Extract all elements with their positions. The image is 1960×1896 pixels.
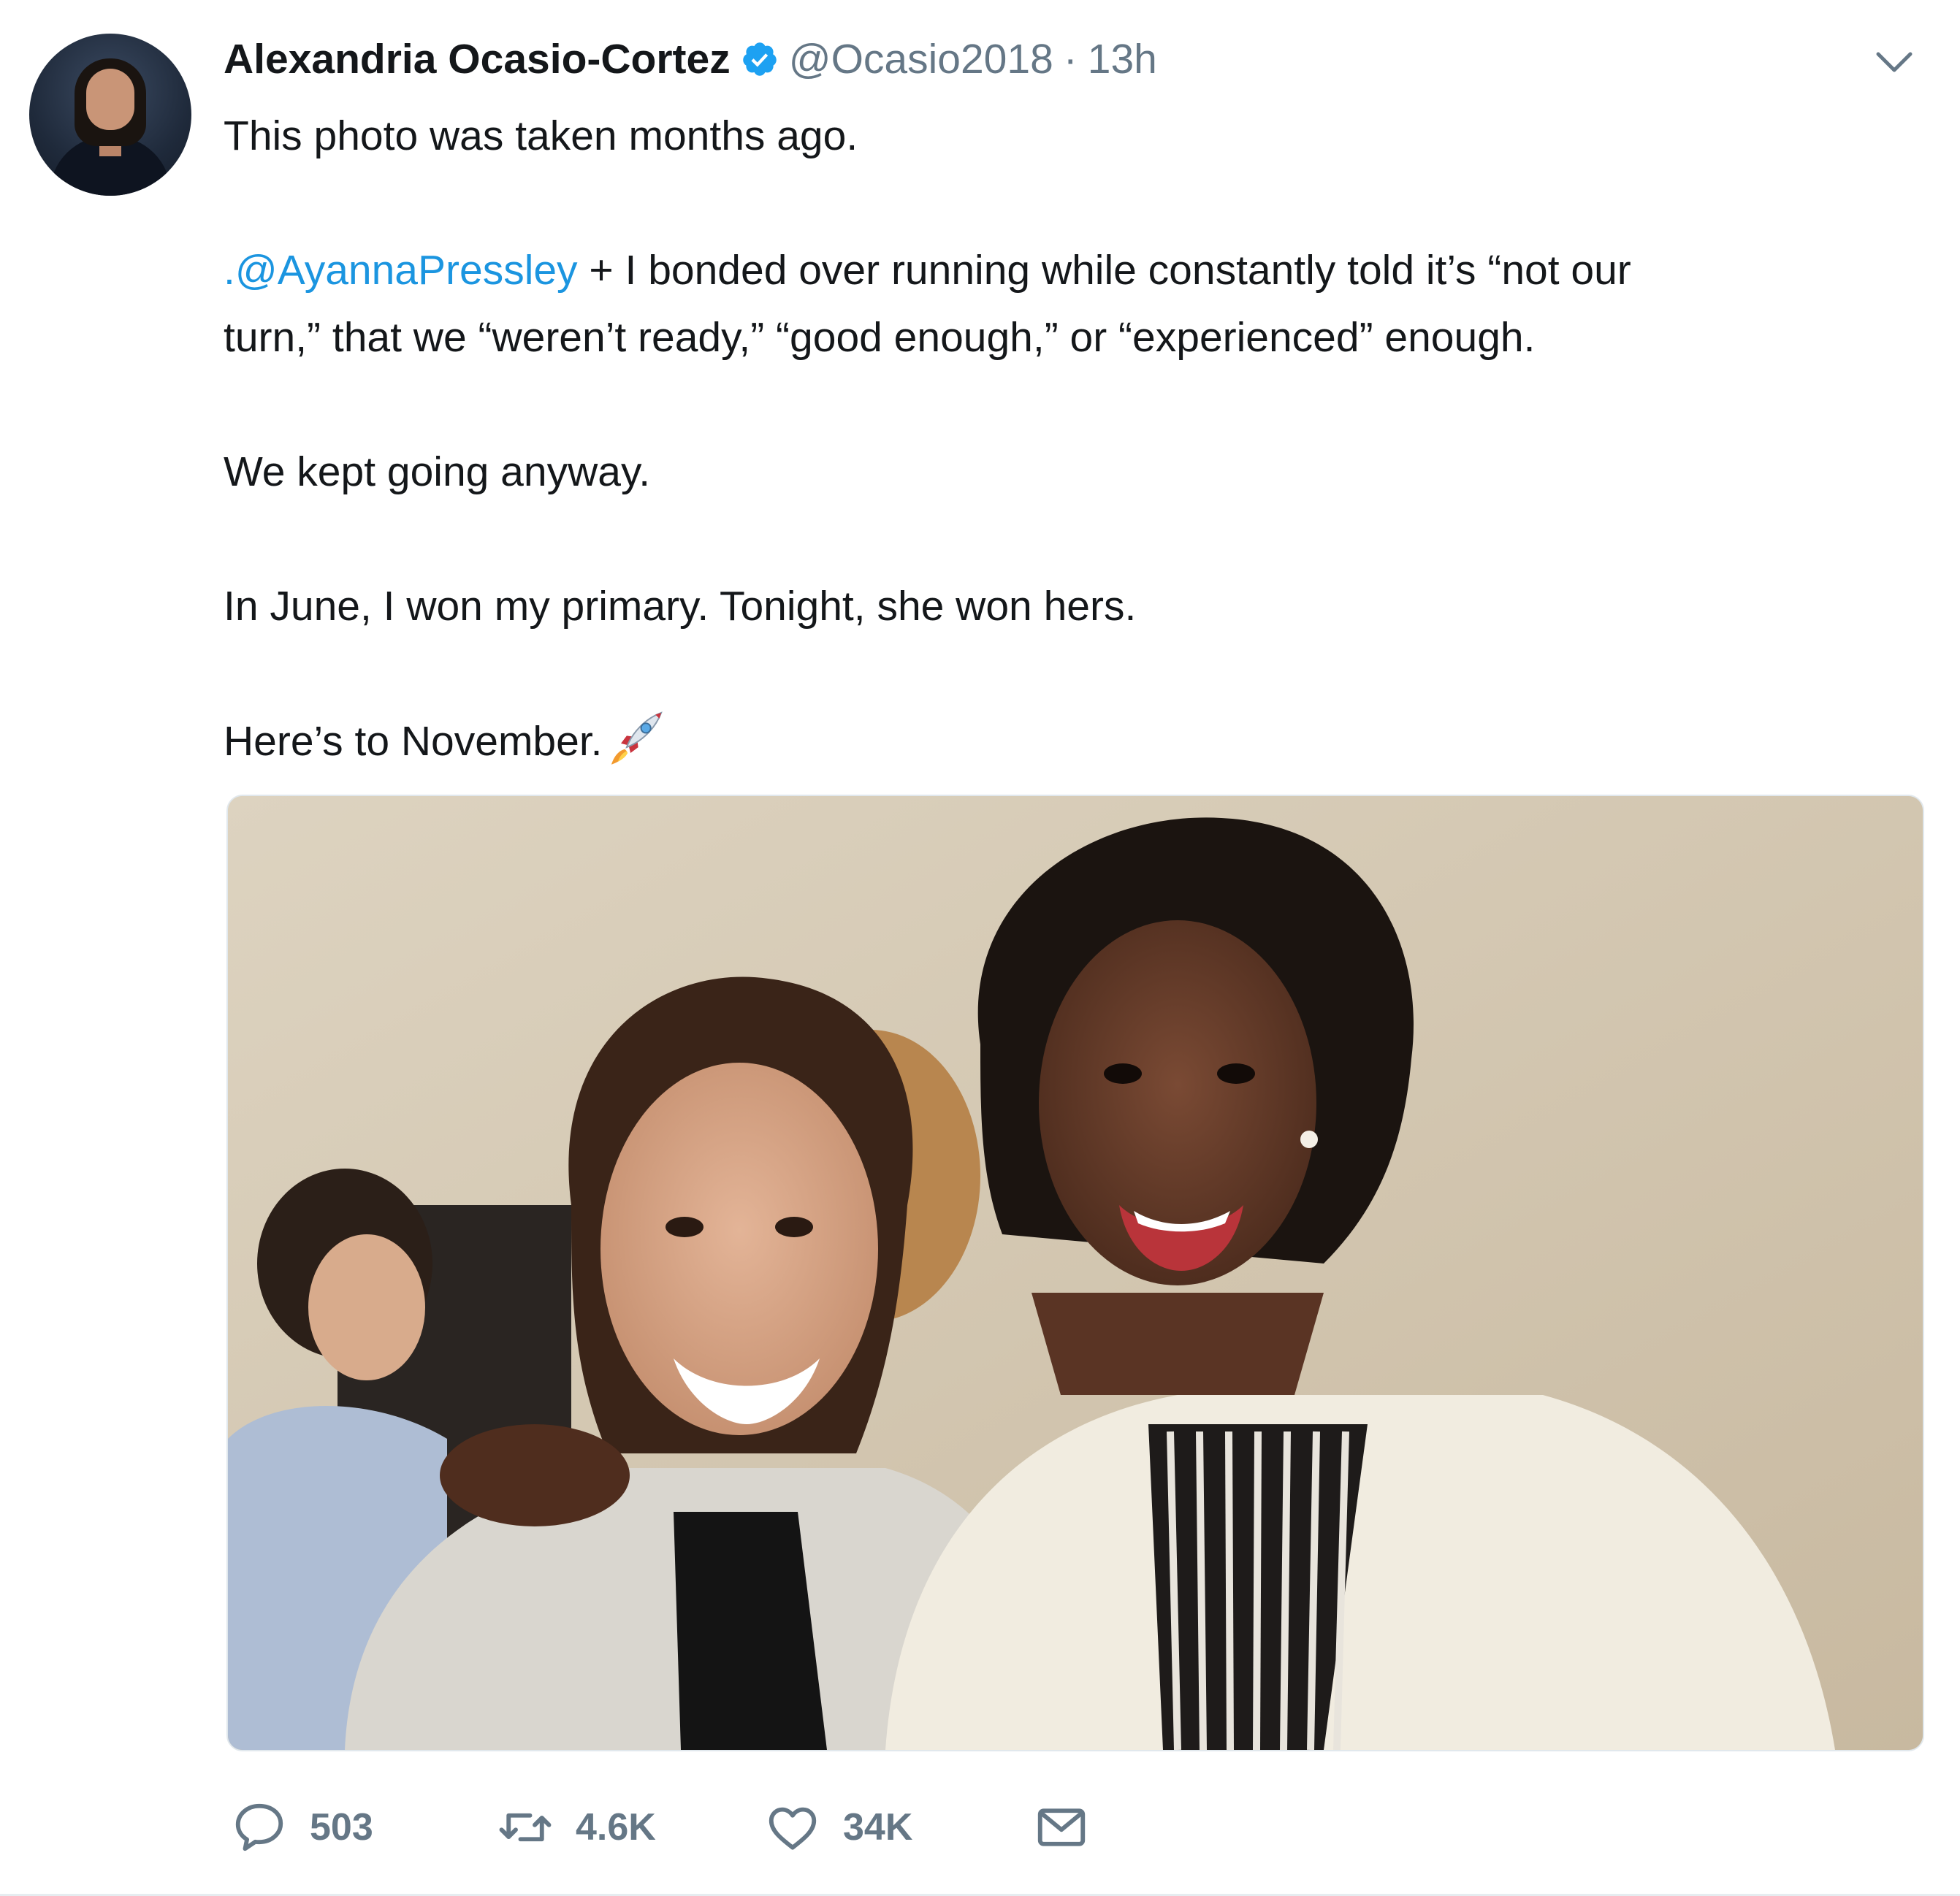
reply-count: 503 [310, 1806, 373, 1849]
tweet-text-line: This photo was taken months ago. [224, 112, 858, 159]
photo-content [228, 796, 1923, 1750]
reply-icon [235, 1803, 283, 1851]
rocket-icon [611, 711, 663, 765]
avatar[interactable] [29, 34, 191, 196]
tweet-text-line: .@AyannaPressley + I bonded over running… [224, 237, 1904, 304]
reply-action[interactable]: 503 [231, 1798, 373, 1857]
timestamp[interactable]: 13h [1088, 35, 1157, 83]
author-name[interactable]: Alexandria Ocasio-Cortez [224, 35, 731, 83]
retweet-count: 4.6K [576, 1806, 656, 1849]
tweet-text-line: In June, I won my primary. Tonight, she … [224, 583, 1137, 630]
tweet-text-span: + I bonded over running while constantly… [577, 247, 1631, 294]
tweet-header: Alexandria Ocasio-Cortez @Ocasio2018 · 1… [224, 34, 1157, 85]
tweet-text-span: Here’s to November. [224, 718, 603, 765]
like-count: 34K [843, 1806, 913, 1849]
like-action[interactable]: 34K [764, 1798, 912, 1857]
retweet-action[interactable]: 4.6K [497, 1798, 656, 1857]
separator-dot: · [1063, 36, 1078, 83]
verified-badge-icon [742, 42, 777, 76]
tweet-text-line: turn,” that we “weren’t ready,” “good en… [224, 314, 1536, 361]
direct-message-icon [1037, 1808, 1086, 1846]
tweet-card: Alexandria Ocasio-Cortez @Ocasio2018 · 1… [0, 0, 1960, 1896]
direct-message-action[interactable] [1033, 1798, 1090, 1857]
tweet-photo[interactable] [226, 795, 1924, 1751]
tweet-text-line: We kept going anyway. [224, 448, 651, 495]
author-handle[interactable]: @Ocasio2018 [789, 35, 1053, 83]
tweet-text-line: Here’s to November. [224, 707, 1904, 775]
tweet-text: This photo was taken months ago. .@Ayann… [224, 102, 1904, 775]
chevron-down-icon[interactable] [1870, 38, 1918, 86]
like-icon [769, 1807, 817, 1850]
retweet-icon [499, 1813, 552, 1842]
tweet-actions: 503 4.6K 34K [231, 1798, 1107, 1857]
mention-link[interactable]: .@AyannaPressley [224, 247, 578, 294]
